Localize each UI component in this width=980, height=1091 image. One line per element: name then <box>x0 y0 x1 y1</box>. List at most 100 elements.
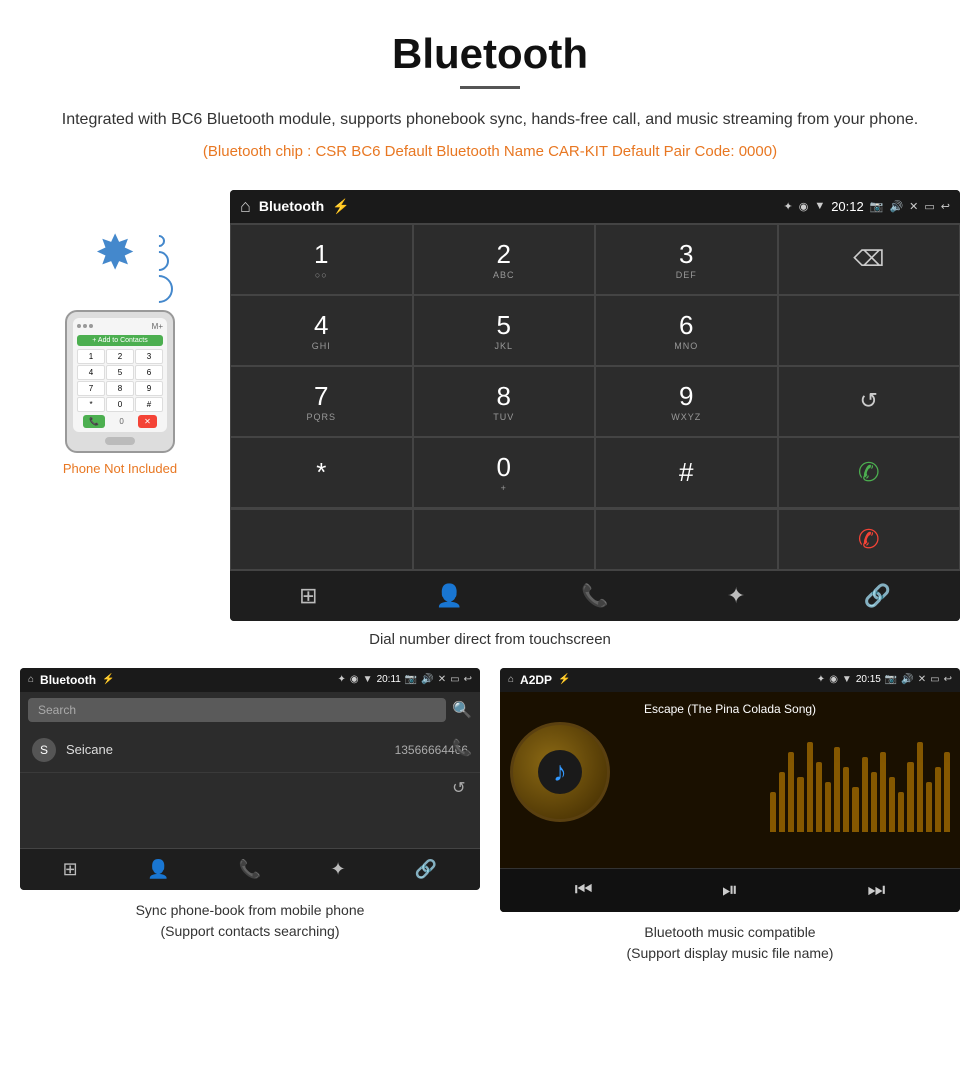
dial-sub-3: DEF <box>676 270 697 280</box>
dial-num-9: 9 <box>679 381 693 412</box>
side-phone-icon[interactable]: 📞 <box>452 738 472 758</box>
phonebook-contact-row[interactable]: S Seicane 13566664466 <box>20 728 480 773</box>
dial-key-9[interactable]: 9 WXYZ <box>595 366 778 437</box>
music-controls: ⏮ ⏯ ⏭ <box>500 868 960 912</box>
phone-end-button: ✕ <box>138 415 157 428</box>
phonebook-bottom-nav: ⊞ 👤 📞 ✦ 🔗 <box>20 848 480 890</box>
phonebook-win-icon: ▭ <box>450 674 459 685</box>
dial-call-green-area[interactable]: ✆ <box>778 437 961 508</box>
home-icon[interactable]: ⌂ <box>240 196 251 217</box>
eq-bar <box>862 757 868 832</box>
phonebook-vol-icon: 🔊 <box>421 674 433 685</box>
middle-section: ✸ M+ + Add to C <box>0 190 980 621</box>
phonebook-cam-icon: 📷 <box>405 674 417 685</box>
dial-key-5[interactable]: 5 JKL <box>413 295 596 366</box>
dial-key-1[interactable]: 1 ○○ <box>230 224 413 295</box>
dial-key-2[interactable]: 2 ABC <box>413 224 596 295</box>
pb-nav-link-icon[interactable]: 🔗 <box>415 859 437 880</box>
music-back-icon[interactable]: ↩ <box>944 674 952 685</box>
arc-medium-icon <box>145 246 173 274</box>
dial-num-0: 0 <box>497 452 511 483</box>
phone-key-7: 7 <box>77 381 105 396</box>
music-app-title: A2DP <box>520 673 552 687</box>
phone-key-0: 0 <box>106 397 134 412</box>
pb-nav-bt-icon[interactable]: ✦ <box>330 859 345 880</box>
app-title: Bluetooth <box>259 198 324 214</box>
search-icon[interactable]: 🔍 <box>452 700 472 720</box>
music-win-icon: ▭ <box>930 674 939 685</box>
dial-empty-1 <box>230 509 413 570</box>
dial-sub-7: PQRS <box>306 412 336 422</box>
eq-bar <box>807 742 813 832</box>
music-cam-icon: 📷 <box>885 674 897 685</box>
back-icon[interactable]: ↩ <box>941 200 950 213</box>
clock: 20:12 <box>831 199 864 214</box>
bluetooth-status-icon: ✦ <box>783 200 792 213</box>
eq-bar <box>779 772 785 832</box>
dial-key-6[interactable]: 6 MNO <box>595 295 778 366</box>
dial-sub-6: MNO <box>674 341 698 351</box>
dial-key-hash[interactable]: # <box>595 437 778 508</box>
dial-sub-5: JKL <box>494 341 513 351</box>
eq-bar <box>797 777 803 832</box>
eq-bar <box>935 767 941 832</box>
nav-link-icon[interactable]: 🔗 <box>863 583 890 609</box>
music-home-icon[interactable]: ⌂ <box>508 674 514 685</box>
dial-key-star[interactable]: * <box>230 437 413 508</box>
refresh-icon: ↺ <box>860 388 878 414</box>
music-screen-container: ⌂ A2DP ⚡ ✦ ◉ ▼ 20:15 📷 🔊 ✕ ▭ ↩ <box>500 668 960 912</box>
nav-bluetooth-icon[interactable]: ✦ <box>727 583 745 609</box>
dial-refresh-area[interactable]: ↺ <box>778 366 961 437</box>
dial-num-5: 5 <box>497 310 511 341</box>
music-usb-icon: ⚡ <box>558 674 570 685</box>
bluetooth-symbol-icon: ✸ <box>95 225 135 281</box>
phone-key-hash: # <box>135 397 163 412</box>
nav-person-icon[interactable]: 👤 <box>436 583 463 609</box>
eq-bar <box>880 752 886 832</box>
dial-empty-3 <box>595 509 778 570</box>
phone-status-bar: M+ <box>77 322 163 331</box>
dial-end-call-area[interactable]: ✆ <box>778 509 961 570</box>
phonebook-home-icon[interactable]: ⌂ <box>28 674 34 685</box>
play-pause-icon[interactable]: ⏯ <box>722 879 738 902</box>
music-bt-icon: ✦ <box>817 674 825 685</box>
pb-nav-person-icon[interactable]: 👤 <box>147 859 169 880</box>
dial-key-7[interactable]: 7 PQRS <box>230 366 413 437</box>
dial-num-6: 6 <box>679 310 693 341</box>
music-x-icon[interactable]: ✕ <box>918 674 926 685</box>
phonebook-back-icon[interactable]: ↩ <box>464 674 472 685</box>
dial-key-4[interactable]: 4 GHI <box>230 295 413 366</box>
prev-track-icon[interactable]: ⏮ <box>575 879 593 902</box>
dial-backspace-area[interactable]: ⌫ <box>778 224 961 295</box>
phonebook-x-icon[interactable]: ✕ <box>438 674 446 685</box>
phonebook-screen: ⌂ Bluetooth ⚡ ✦ ◉ ▼ 20:11 📷 🔊 ✕ ▭ ↩ <box>20 668 480 890</box>
phone-add-contacts: + Add to Contacts <box>77 335 163 346</box>
eq-bar <box>816 762 822 832</box>
next-track-icon[interactable]: ⏭ <box>867 879 885 902</box>
dial-num-star: * <box>316 457 326 488</box>
phonebook-usb-icon: ⚡ <box>102 674 114 685</box>
nav-grid-icon[interactable]: ⊞ <box>299 583 317 609</box>
phone-call-buttons: 📞 0 ✕ <box>77 415 163 428</box>
header-section: Bluetooth Integrated with BC6 Bluetooth … <box>0 0 980 190</box>
phone-dot-1 <box>77 324 81 328</box>
specs-text: (Bluetooth chip : CSR BC6 Default Blueto… <box>60 143 920 160</box>
dial-sub-8: TUV <box>493 412 514 422</box>
nav-phone-icon[interactable]: 📞 <box>581 583 608 609</box>
dial-key-0[interactable]: 0 + <box>413 437 596 508</box>
pb-nav-phone-icon[interactable]: 📞 <box>239 859 261 880</box>
dial-num-4: 4 <box>314 310 328 341</box>
close-icon[interactable]: ✕ <box>909 200 918 213</box>
phonebook-search-input[interactable]: Search <box>28 698 446 722</box>
eq-bar <box>889 777 895 832</box>
music-album-art: ♪ <box>510 722 610 822</box>
pb-nav-grid-icon[interactable]: ⊞ <box>63 859 78 880</box>
topbar-left: ⌂ Bluetooth ⚡ <box>240 196 350 217</box>
dial-grid: 1 ○○ 2 ABC 3 DEF ⌫ 4 GHI 5 JKL <box>230 223 960 508</box>
phonebook-block: ⌂ Bluetooth ⚡ ✦ ◉ ▼ 20:11 📷 🔊 ✕ ▭ ↩ <box>20 668 480 964</box>
bottom-screenshots: ⌂ Bluetooth ⚡ ✦ ◉ ▼ 20:11 📷 🔊 ✕ ▭ ↩ <box>0 668 980 984</box>
eq-bar <box>770 792 776 832</box>
side-refresh-icon[interactable]: ↺ <box>452 778 472 798</box>
dial-key-3[interactable]: 3 DEF <box>595 224 778 295</box>
dial-key-8[interactable]: 8 TUV <box>413 366 596 437</box>
